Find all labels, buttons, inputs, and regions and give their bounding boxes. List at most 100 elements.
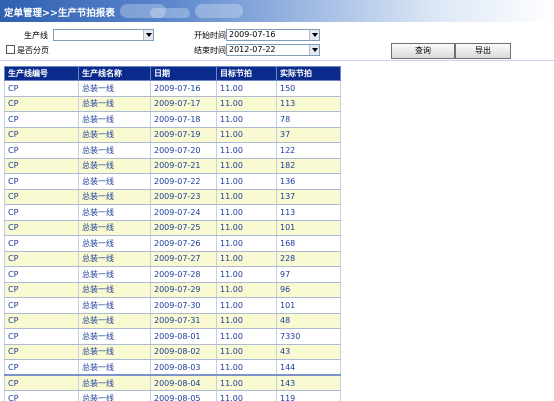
cell-actual-takt: 43 <box>276 344 341 360</box>
cell-line-code: CP <box>4 189 79 205</box>
start-time-value: 2009-07-16 <box>229 30 276 39</box>
query-button[interactable]: 查询 <box>391 43 455 59</box>
table-row[interactable]: CP 总装一线 2009-07-28 11.00 97 <box>4 266 341 283</box>
divider <box>0 60 554 61</box>
table-row[interactable]: CP 总装一线 2009-07-30 11.00 101 <box>4 297 341 314</box>
cell-target-takt: 11.00 <box>216 328 277 345</box>
cell-line-code: CP <box>4 111 79 128</box>
column-header[interactable]: 日期 <box>150 66 217 81</box>
table-row[interactable]: CP 总装一线 2009-07-22 11.00 136 <box>4 173 341 190</box>
table-row[interactable]: CP 总装一线 2009-08-01 11.00 7330 <box>4 328 341 345</box>
cell-line-code: CP <box>4 282 79 298</box>
cell-line-name: 总装一线 <box>78 127 151 143</box>
cell-line-name: 总装一线 <box>78 251 151 267</box>
cell-date: 2009-08-01 <box>150 328 217 345</box>
column-header[interactable]: 生产线名称 <box>78 66 151 81</box>
table-row[interactable]: CP 总装一线 2009-07-25 11.00 101 <box>4 220 341 236</box>
cell-target-takt: 11.00 <box>216 127 277 143</box>
cell-line-name: 总装一线 <box>78 173 151 190</box>
cell-line-name: 总装一线 <box>78 80 151 97</box>
cell-line-code: CP <box>4 80 79 97</box>
page-title: 定单管理>>生产节拍报表 <box>4 8 115 19</box>
table-row[interactable]: CP 总装一线 2009-07-29 11.00 96 <box>4 282 341 298</box>
chevron-down-icon[interactable] <box>309 45 319 55</box>
table-row[interactable]: CP 总装一线 2009-08-02 11.00 43 <box>4 344 341 360</box>
title-bar-decoration <box>195 4 243 18</box>
cell-target-takt: 11.00 <box>216 235 277 252</box>
table-row[interactable]: CP 总装一线 2009-07-26 11.00 168 <box>4 235 341 252</box>
table-row[interactable]: CP 总装一线 2009-08-03 11.00 144 <box>4 359 341 376</box>
cell-actual-takt: 48 <box>276 313 341 329</box>
cell-line-code: CP <box>4 235 79 252</box>
cell-line-code: CP <box>4 142 79 159</box>
table-row[interactable]: CP 总装一线 2009-07-24 11.00 113 <box>4 204 341 221</box>
table-row[interactable]: CP 总装一线 2009-07-16 11.00 150 <box>4 80 341 97</box>
cell-target-takt: 11.00 <box>216 220 277 236</box>
table-row[interactable]: CP 总装一线 2009-07-18 11.00 78 <box>4 111 341 128</box>
paging-checkbox[interactable] <box>6 45 15 54</box>
cell-line-code: CP <box>4 313 79 329</box>
table-row[interactable]: CP 总装一线 2009-07-20 11.00 122 <box>4 142 341 159</box>
export-button[interactable]: 导出 <box>455 43 511 59</box>
cell-target-takt: 11.00 <box>216 96 277 112</box>
table-row[interactable]: CP 总装一线 2009-07-19 11.00 37 <box>4 127 341 143</box>
cell-actual-takt: 7330 <box>276 328 341 345</box>
chevron-down-icon[interactable] <box>309 30 319 40</box>
start-time-select[interactable]: 2009-07-16 <box>226 29 320 41</box>
cell-date: 2009-07-25 <box>150 220 217 236</box>
title-bar-decoration <box>150 8 190 18</box>
cell-line-code: CP <box>4 297 79 314</box>
cell-date: 2009-07-17 <box>150 96 217 112</box>
cell-line-code: CP <box>4 328 79 345</box>
cell-actual-takt: 101 <box>276 297 341 314</box>
cell-date: 2009-07-27 <box>150 251 217 267</box>
column-header[interactable]: 实际节拍 <box>276 66 341 81</box>
cell-line-name: 总装一线 <box>78 158 151 174</box>
cell-target-takt: 11.00 <box>216 374 277 391</box>
cell-actual-takt: 37 <box>276 127 341 143</box>
cell-date: 2009-07-19 <box>150 127 217 143</box>
cell-line-name: 总装一线 <box>78 313 151 329</box>
line-select[interactable] <box>53 29 154 41</box>
cell-line-name: 总装一线 <box>78 220 151 236</box>
cell-line-name: 总装一线 <box>78 204 151 221</box>
cell-line-name: 总装一线 <box>78 297 151 314</box>
end-time-label: 结束时间 <box>194 46 226 55</box>
table-header-row: 生产线编号 生产线名称 日期 目标节拍 实际节拍 <box>4 66 341 81</box>
cell-date: 2009-07-23 <box>150 189 217 205</box>
cell-line-name: 总装一线 <box>78 142 151 159</box>
table-row[interactable]: CP 总装一线 2009-07-17 11.00 113 <box>4 96 341 112</box>
column-header[interactable]: 生产线编号 <box>4 66 79 81</box>
cell-actual-takt: 96 <box>276 282 341 298</box>
table-row[interactable]: CP 总装一线 2009-07-23 11.00 137 <box>4 189 341 205</box>
cell-target-takt: 11.00 <box>216 173 277 190</box>
cell-line-code: CP <box>4 251 79 267</box>
table-row[interactable]: CP 总装一线 2009-07-21 11.00 182 <box>4 158 341 174</box>
cell-line-name: 总装一线 <box>78 390 151 401</box>
cell-actual-takt: 143 <box>276 374 341 391</box>
cell-date: 2009-08-03 <box>150 359 217 376</box>
cell-line-code: CP <box>4 127 79 143</box>
cell-target-takt: 11.00 <box>216 158 277 174</box>
paging-label: 是否分页 <box>17 46 49 55</box>
table-row[interactable]: CP 总装一线 2009-08-05 11.00 119 <box>4 390 341 401</box>
cell-line-name: 总装一线 <box>78 266 151 283</box>
table-row[interactable]: CP 总装一线 2009-07-31 11.00 48 <box>4 313 341 329</box>
cell-actual-takt: 137 <box>276 189 341 205</box>
cell-date: 2009-07-22 <box>150 173 217 190</box>
cell-actual-takt: 113 <box>276 96 341 112</box>
table-row[interactable]: CP 总装一线 2009-07-27 11.00 228 <box>4 251 341 267</box>
line-label: 生产线 <box>24 31 48 40</box>
cell-date: 2009-07-18 <box>150 111 217 128</box>
cell-line-name: 总装一线 <box>78 235 151 252</box>
cell-line-code: CP <box>4 374 79 391</box>
cell-actual-takt: 150 <box>276 80 341 97</box>
cell-date: 2009-08-05 <box>150 390 217 401</box>
cell-line-name: 总装一线 <box>78 96 151 112</box>
cell-actual-takt: 168 <box>276 235 341 252</box>
column-header[interactable]: 目标节拍 <box>216 66 277 81</box>
cell-target-takt: 11.00 <box>216 282 277 298</box>
table-row[interactable]: CP 总装一线 2009-08-04 11.00 143 <box>4 374 341 391</box>
end-time-select[interactable]: 2012-07-22 <box>226 44 320 56</box>
chevron-down-icon[interactable] <box>143 30 153 40</box>
